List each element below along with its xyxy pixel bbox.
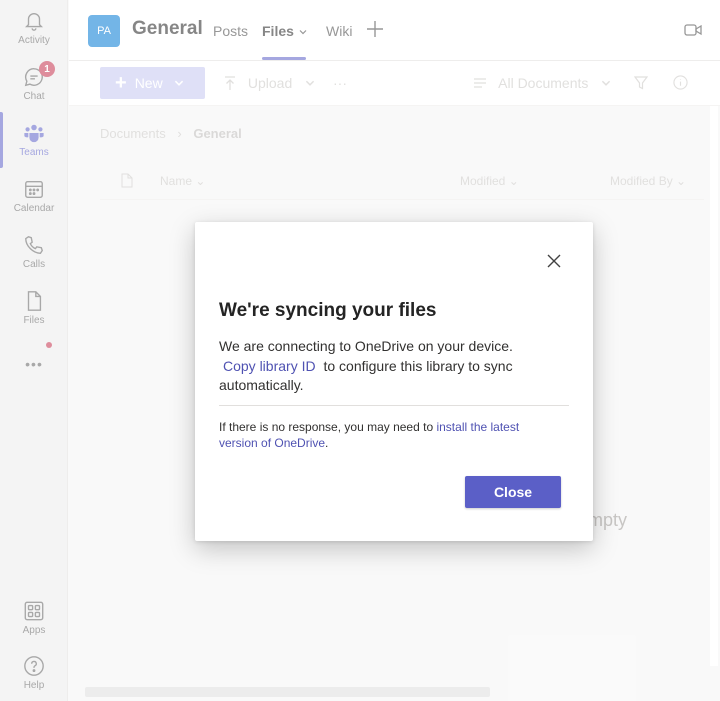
divider — [219, 405, 569, 406]
dialog-note-end: . — [325, 436, 329, 450]
copy-library-id-link[interactable]: Copy library ID — [223, 358, 316, 374]
dialog-note-text: If there is no response, you may need to — [219, 420, 434, 434]
dialog-title: We're syncing your files — [219, 300, 437, 321]
close-button[interactable]: Close — [465, 476, 561, 508]
empty-state-text: mpty — [588, 510, 628, 530]
close-icon[interactable] — [545, 252, 563, 270]
dialog-body: We are connecting to OneDrive on your de… — [219, 337, 549, 396]
dialog-body-text: We are connecting to OneDrive on your de… — [219, 338, 513, 354]
dialog-note: If there is no response, you may need to… — [219, 419, 559, 451]
sync-dialog: We're syncing your files We are connecti… — [195, 222, 593, 541]
